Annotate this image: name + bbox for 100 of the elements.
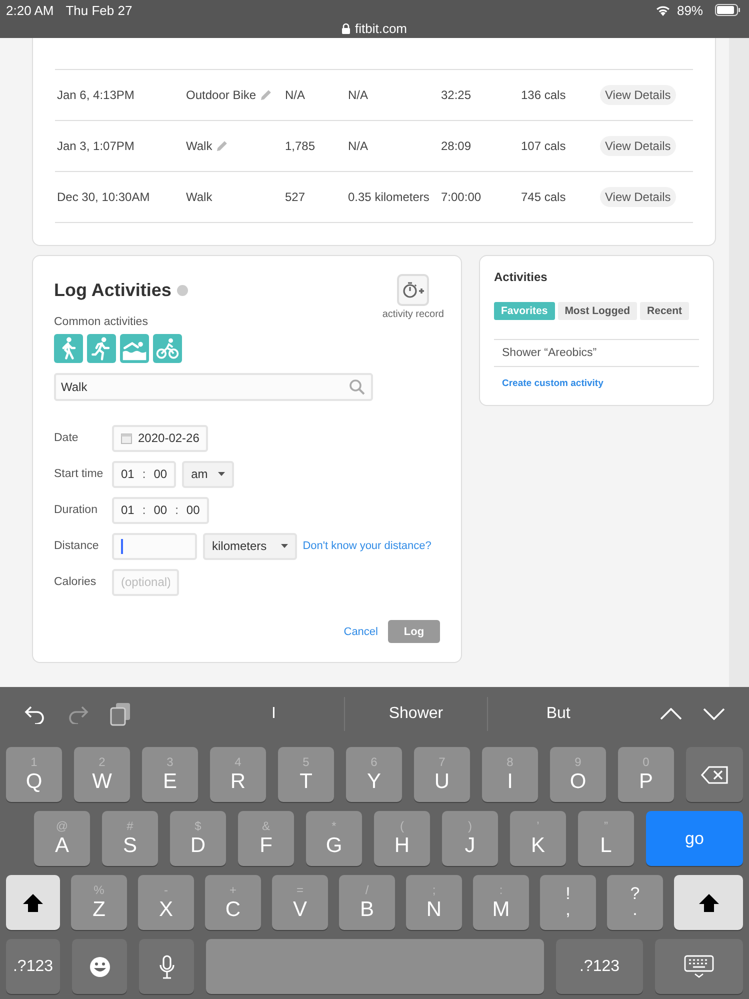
stopwatch-plus-button[interactable]: [397, 274, 430, 306]
duration-field[interactable]: 01 : 00 : 00: [112, 496, 209, 524]
field-label: Calories: [54, 576, 98, 588]
table-cell: 745 cals: [521, 190, 566, 204]
key[interactable]: & F: [238, 811, 294, 866]
table-cell: 1,785: [285, 139, 316, 153]
table-cell: Outdoor Bike: [186, 88, 256, 102]
paste-icon[interactable]: [110, 702, 132, 726]
log-button[interactable]: Log: [388, 620, 440, 643]
card-title: Activities: [494, 270, 548, 284]
lock-icon: [342, 22, 350, 34]
battery-icon: [715, 4, 741, 16]
table-cell: 107 cals: [521, 139, 566, 153]
activity-button[interactable]: [120, 334, 149, 363]
delete-icon: [700, 766, 728, 784]
view-details-button[interactable]: View Details: [600, 187, 676, 207]
chevron-up-icon[interactable]: [660, 708, 682, 720]
shift-key[interactable]: [6, 875, 60, 930]
create-activity-link[interactable]: Create custom activity: [502, 378, 604, 389]
stopwatch-plus-icon: [402, 281, 424, 299]
suggestion-item[interactable]: Shower: [344, 696, 487, 730]
field-label: Start time: [54, 468, 104, 480]
calendar-icon: [121, 432, 132, 444]
key[interactable]: # S: [102, 811, 158, 866]
delete-key[interactable]: [686, 747, 743, 802]
field-label: Duration: [54, 504, 98, 516]
key[interactable]: ; N: [406, 875, 462, 930]
calories-field[interactable]: (optional): [112, 568, 179, 596]
search-field[interactable]: Walk: [54, 373, 373, 401]
key[interactable]: - X: [138, 875, 194, 930]
caret-icon: [218, 472, 225, 476]
caret-icon: [280, 544, 288, 548]
tab[interactable]: Favorites: [494, 302, 555, 320]
table-cell: 32:25: [441, 88, 472, 102]
tab[interactable]: Recent: [640, 302, 690, 320]
period-dropdown[interactable]: am: [182, 460, 234, 488]
key[interactable]: * G: [306, 811, 362, 866]
key[interactable]: ( H: [374, 811, 430, 866]
card-title: Log Activities: [54, 280, 172, 300]
table-cell: 28:09: [441, 139, 472, 153]
clock-time: 2:20 AM: [6, 2, 54, 18]
hide-keyboard-key[interactable]: [655, 939, 743, 994]
chevron-down-icon[interactable]: [703, 708, 725, 720]
field-label: Distance: [54, 540, 100, 552]
field-label: Date: [54, 432, 80, 444]
shift-arrow-icon: [22, 892, 44, 912]
view-details-button[interactable]: View Details: [600, 85, 676, 105]
key[interactable]: / B: [339, 875, 395, 930]
go-key[interactable]: go: [646, 811, 743, 866]
key[interactable]: ? .: [607, 875, 663, 930]
microphone-key[interactable]: [139, 939, 194, 994]
unit-dropdown[interactable]: kilometers: [203, 532, 297, 560]
shift-arrow-icon: [698, 892, 720, 912]
button-caption: activity record: [382, 309, 444, 320]
table-cell: Walk: [186, 139, 212, 153]
battery-percent: 89%: [676, 2, 703, 18]
wifi-icon: [654, 4, 671, 16]
key[interactable]: @ A: [34, 811, 90, 866]
table-cell: 0.35 kilometers: [348, 190, 430, 204]
table-cell: N/A: [285, 88, 306, 102]
undo-icon[interactable]: [24, 704, 46, 724]
symbols-key[interactable]: .?123: [556, 939, 643, 994]
date-field[interactable]: 2020-02-26: [112, 424, 208, 452]
suggestion-item[interactable]: I: [203, 696, 344, 730]
distance-help-link[interactable]: Don't know your distance?: [302, 540, 432, 552]
key[interactable]: $ D: [170, 811, 226, 866]
table-cell: 136 cals: [521, 88, 566, 102]
section-label: Common activities: [54, 316, 149, 328]
table-cell: Walk: [186, 190, 212, 204]
keyboard-hide-icon: [684, 954, 714, 978]
key[interactable]: = V: [272, 875, 328, 930]
suggestion-item[interactable]: But: [486, 696, 629, 730]
table-cell: N/A: [348, 139, 368, 153]
view-details-button[interactable]: View Details: [600, 136, 676, 156]
table-cell: Dec 30, 10:30AM: [57, 190, 150, 204]
time-field[interactable]: 01 : 00: [112, 460, 176, 488]
tab[interactable]: Most Logged: [558, 302, 638, 320]
activity-button[interactable]: [153, 334, 182, 363]
search-icon: [349, 379, 365, 395]
table-cell: Jan 6, 4:13PM: [57, 88, 134, 102]
shift-key[interactable]: [674, 875, 743, 930]
activity-button[interactable]: [54, 334, 83, 363]
redo-icon[interactable]: [67, 704, 89, 724]
cancel-link[interactable]: Cancel: [344, 626, 378, 638]
activity-button[interactable]: [87, 334, 116, 363]
key[interactable]: ) J: [442, 811, 498, 866]
key[interactable]: % Z: [71, 875, 127, 930]
activity-list-item[interactable]: Shower “Areobics”: [494, 340, 699, 367]
distance-field[interactable]: [112, 532, 197, 560]
url-bar[interactable]: fitbit.com: [324, 20, 424, 36]
emoji-key[interactable]: [72, 939, 127, 994]
key[interactable]: ! ,: [540, 875, 596, 930]
key[interactable]: : M: [473, 875, 529, 930]
key[interactable]: ” L: [578, 811, 634, 866]
table-cell: 527: [285, 190, 306, 204]
table-cell: N/A: [348, 88, 368, 102]
key[interactable]: ’ K: [510, 811, 566, 866]
symbols-key[interactable]: .?123: [6, 939, 60, 994]
key[interactable]: + C: [205, 875, 261, 930]
table-cell: Jan 3, 1:07PM: [57, 139, 134, 153]
